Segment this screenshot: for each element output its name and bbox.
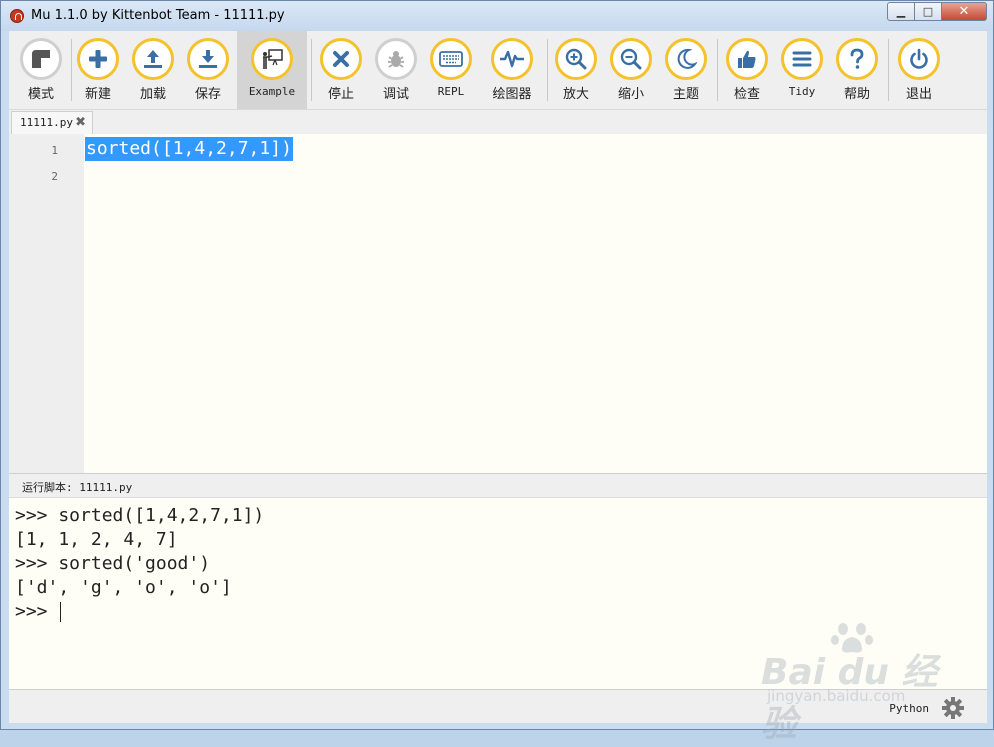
download-icon [187, 38, 229, 80]
new-button[interactable]: 新建 [70, 31, 126, 109]
upload-icon [132, 38, 174, 80]
toolbar: 模式 新建 加载 保存 Example 停止 调试 REPL 绘图器 放大 缩小… [9, 31, 987, 109]
mode-indicator[interactable]: Python [889, 702, 929, 715]
repl-panel-header: 运行脚本: 11111.py [9, 473, 987, 497]
tab-label: 11111.py [20, 116, 73, 129]
toolbar-separator [888, 39, 889, 101]
save-button[interactable]: 保存 [180, 31, 236, 109]
quit-label: 退出 [905, 87, 932, 102]
tab-11111-py[interactable]: 11111.py ✖ [11, 111, 93, 135]
mu-app-icon [10, 9, 24, 23]
plus-icon [77, 38, 119, 80]
check-button[interactable]: 检查 [719, 31, 775, 109]
text-cursor [60, 602, 62, 622]
load-label: 加载 [139, 87, 166, 102]
check-label: 检查 [733, 87, 760, 102]
repl-console[interactable]: >>> sorted([1,4,2,7,1]) [1, 1, 2, 4, 7] … [9, 497, 987, 689]
title-bar[interactable]: Mu 1.1.0 by Kittenbot Team - 11111.py ▁ … [1, 1, 993, 31]
window-controls: ▁ □ ✕ [887, 2, 987, 21]
x-icon [320, 38, 362, 80]
mode-icon [20, 38, 62, 80]
repl-title: 运行脚本: 11111.py [22, 481, 133, 494]
quit-button[interactable]: 退出 [891, 31, 947, 109]
plotter-label: 绘图器 [492, 87, 532, 102]
minimize-button[interactable]: ▁ [887, 2, 915, 21]
bug-icon [375, 38, 417, 80]
code-line-selected[interactable]: sorted([1,4,2,7,1]) [85, 137, 293, 161]
example-label: Example [248, 85, 296, 98]
mode-button[interactable]: 模式 [13, 31, 69, 109]
tidy-button[interactable]: Tidy [774, 31, 830, 109]
toolbar-separator [311, 39, 312, 101]
mu-editor-window: Mu 1.1.0 by Kittenbot Team - 11111.py ▁ … [0, 0, 994, 745]
plotter-button[interactable]: 绘图器 [482, 31, 542, 109]
example-button[interactable]: Example [237, 31, 307, 109]
power-icon [898, 38, 940, 80]
repl-prompt-line[interactable]: >>> [15, 600, 62, 624]
debug-button[interactable]: 调试 [368, 31, 424, 109]
zoom-out-icon [610, 38, 652, 80]
moon-icon [665, 38, 707, 80]
tab-close-icon[interactable]: ✖ [75, 115, 86, 130]
zoom-out-label: 缩小 [617, 87, 644, 102]
keyboard-icon [430, 38, 472, 80]
gear-icon[interactable] [941, 696, 965, 720]
load-button[interactable]: 加载 [125, 31, 181, 109]
zoom-in-label: 放大 [562, 87, 589, 102]
new-label: 新建 [84, 87, 111, 102]
theme-button[interactable]: 主题 [658, 31, 714, 109]
save-label: 保存 [194, 87, 221, 102]
line-number: 1 [51, 144, 58, 157]
help-label: 帮助 [843, 87, 870, 102]
teacher-board-icon [251, 38, 293, 80]
mode-label: 模式 [27, 87, 54, 102]
thumbs-up-icon [726, 38, 768, 80]
repl-line: >>> sorted([1,4,2,7,1]) [15, 505, 265, 526]
zoom-out-button[interactable]: 缩小 [603, 31, 659, 109]
repl-line: [1, 1, 2, 4, 7] [15, 529, 178, 550]
status-bar: Python [9, 689, 987, 723]
repl-line: >>> sorted('good') [15, 553, 211, 574]
debug-label: 调试 [382, 87, 409, 102]
close-window-button[interactable]: ✕ [941, 2, 987, 21]
zoom-in-button[interactable]: 放大 [548, 31, 604, 109]
line-number-gutter: 1 2 [9, 134, 84, 473]
maximize-button[interactable]: □ [914, 2, 942, 21]
repl-label: REPL [437, 85, 465, 98]
repl-line: ['d', 'g', 'o', 'o'] [15, 577, 232, 598]
tidy-label: Tidy [788, 85, 816, 98]
stop-label: 停止 [327, 87, 354, 102]
pulse-icon [491, 38, 533, 80]
lines-icon [781, 38, 823, 80]
theme-label: 主题 [672, 87, 699, 102]
stop-button[interactable]: 停止 [313, 31, 369, 109]
repl-prompt: >>> [15, 601, 59, 622]
help-button[interactable]: 帮助 [829, 31, 885, 109]
tab-bar: 11111.py ✖ [9, 109, 987, 135]
code-editor[interactable]: 1 2 sorted([1,4,2,7,1]) [9, 134, 987, 473]
question-icon [836, 38, 878, 80]
zoom-in-icon [555, 38, 597, 80]
repl-button[interactable]: REPL [423, 31, 479, 109]
toolbar-separator [717, 39, 718, 101]
line-number: 2 [51, 170, 58, 183]
window-title: Mu 1.1.0 by Kittenbot Team - 11111.py [31, 8, 285, 23]
